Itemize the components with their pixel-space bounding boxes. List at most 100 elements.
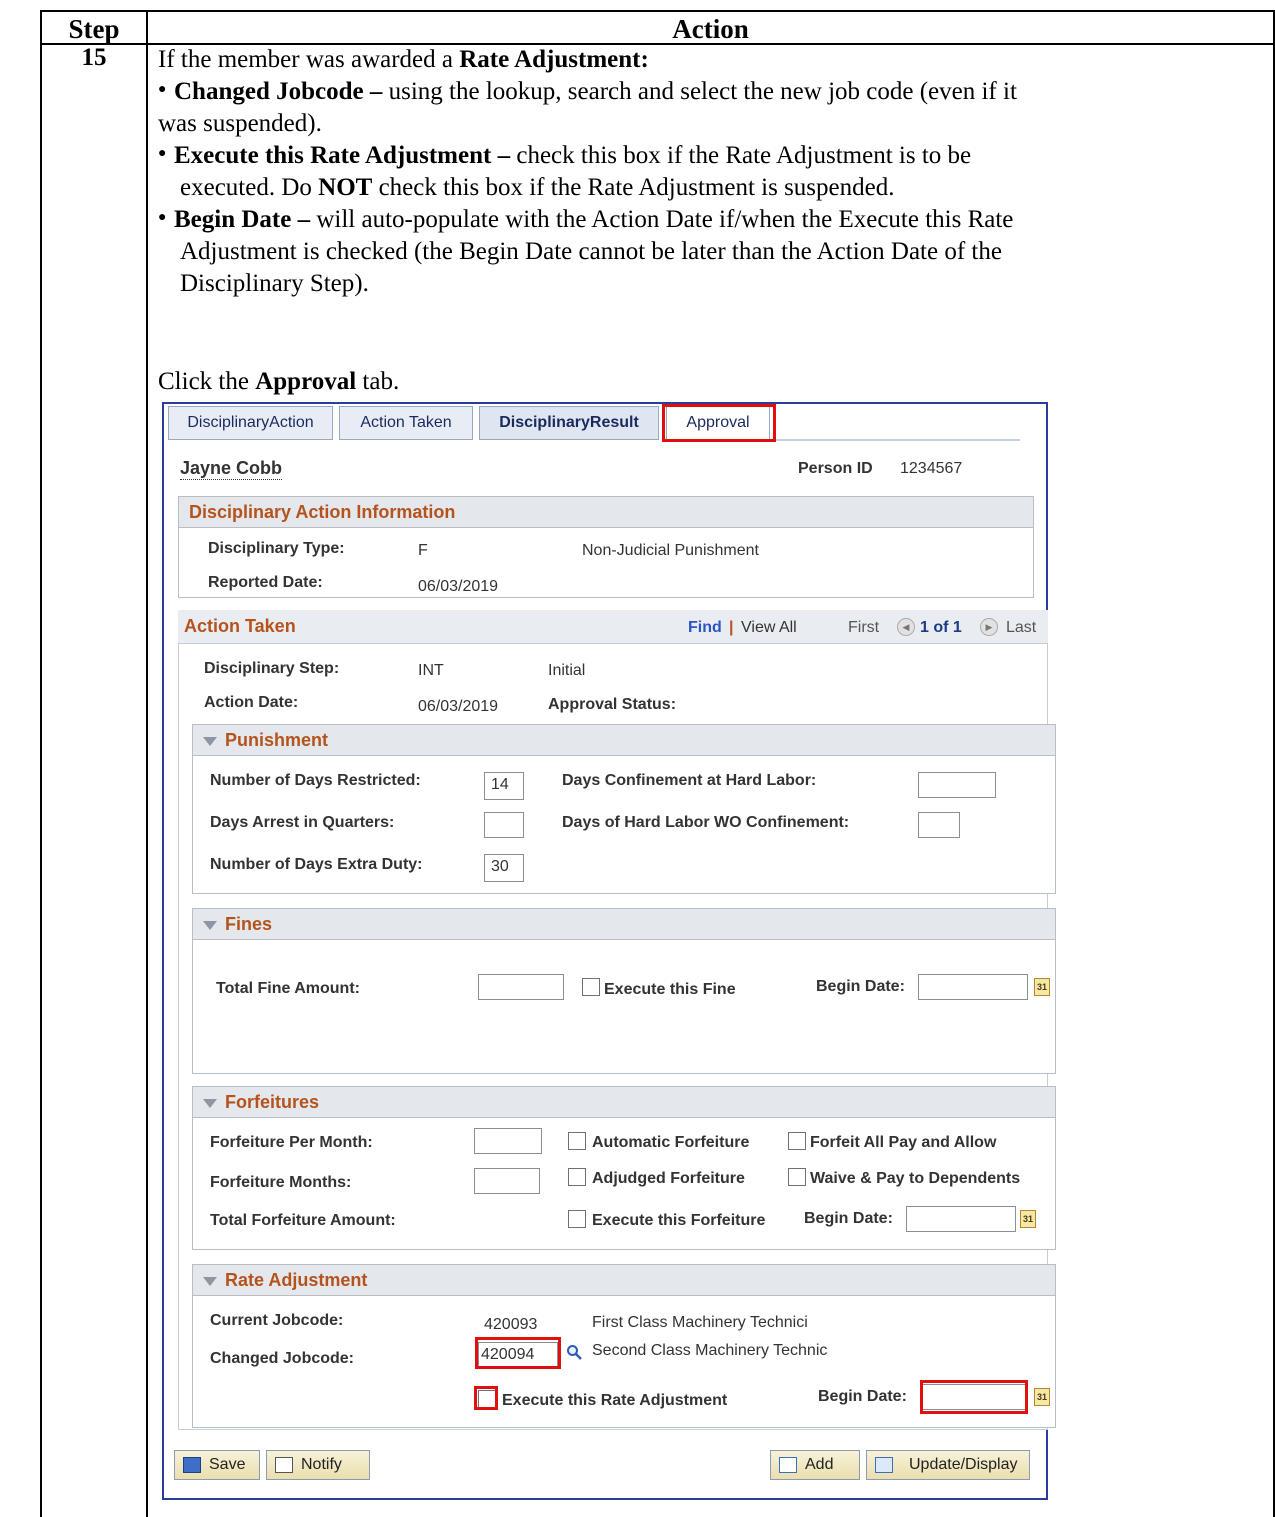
click-approval-instruction: Click the Approval tab. (158, 366, 399, 398)
days-hard-labor-input[interactable] (918, 772, 996, 798)
bullet-1-text: using the lookup, search and select the … (388, 78, 1017, 105)
current-jobcode-label: Current Jobcode: (210, 1312, 344, 1329)
forfeiture-per-month-input[interactable] (474, 1128, 542, 1154)
bullet-icon: ● (158, 82, 167, 97)
automatic-forfeiture-checkbox[interactable] (568, 1132, 586, 1150)
save-button[interactable]: Save (174, 1450, 260, 1480)
automatic-forfeiture-label: Automatic Forfeiture (592, 1134, 750, 1151)
punishment-header[interactable]: Punishment (192, 724, 1056, 756)
step-number: 15 (81, 44, 107, 71)
disciplinary-result-panel: DisciplinaryAction Action Taken Discipli… (162, 402, 1056, 1500)
last-link[interactable]: Last (1006, 619, 1036, 637)
bullet-3-text: will auto-populate with the Action Date … (316, 206, 1014, 233)
forfeiture-begin-date-label: Begin Date: (804, 1210, 893, 1227)
days-hard-labor-wo-label: Days of Hard Labor WO Confinement: (562, 814, 850, 831)
click-text-post: tab. (356, 368, 400, 395)
bullet-3-line-2: Adjustment is checked (the Begin Date ca… (180, 238, 1002, 265)
bullet-1-line-2: was suspended). (158, 110, 322, 137)
previous-arrow-icon[interactable]: ◀ (897, 618, 915, 636)
current-jobcode-desc: First Class Machinery Technici (592, 1314, 808, 1331)
tab-disciplinary-result[interactable]: DisciplinaryResult (479, 406, 659, 440)
header-action: Action (672, 14, 749, 44)
total-fine-label: Total Fine Amount: (216, 980, 360, 997)
find-separator: | (729, 619, 734, 636)
find-link[interactable]: Find (688, 619, 722, 637)
table-column-divider (146, 10, 148, 1517)
fines-title: Fines (225, 914, 273, 934)
disciplinary-type-label: Disciplinary Type: (208, 540, 345, 557)
execute-forfeiture-checkbox[interactable] (568, 1210, 586, 1228)
save-label: Save (209, 1456, 246, 1473)
calendar-icon[interactable]: 31 (1020, 1210, 1036, 1228)
view-all-link[interactable]: View All (741, 619, 797, 637)
tab-bar-underline (776, 439, 1020, 441)
total-fine-input[interactable] (478, 974, 564, 1000)
fine-begin-date-label: Begin Date: (816, 978, 905, 995)
fine-begin-date-input[interactable] (918, 974, 1028, 1000)
update-display-icon (875, 1457, 893, 1473)
bullet-1-bold: Changed Jobcode – (174, 78, 389, 105)
bullet-2-text-c: check this box if the Rate Adjustment is… (372, 174, 895, 201)
click-text: Click the (158, 368, 256, 395)
changed-jobcode-desc: Second Class Machinery Technic (592, 1342, 828, 1359)
forfeiture-months-input[interactable] (474, 1168, 540, 1194)
action-taken-header-bar (178, 610, 1048, 644)
next-arrow-icon[interactable]: ▶ (980, 618, 998, 636)
waive-pay-label: Waive & Pay to Dependents (810, 1170, 1021, 1187)
days-arrest-label: Days Arrest in Quarters: (210, 814, 395, 831)
reported-date-value: 06/03/2019 (418, 578, 499, 595)
calendar-icon[interactable]: 31 (1034, 1388, 1050, 1406)
adjudged-forfeiture-label: Adjudged Forfeiture (592, 1170, 745, 1187)
forfeit-all-pay-label: Forfeit All Pay and Allow (810, 1134, 997, 1151)
bullet-2-bold: Execute this Rate Adjustment – (174, 142, 517, 169)
collapse-triangle-icon (203, 1098, 217, 1108)
execute-fine-label: Execute this Fine (604, 981, 736, 998)
click-bold: Approval (255, 368, 357, 395)
current-jobcode-value: 420093 (484, 1316, 538, 1333)
forfeiture-months-label: Forfeiture Months: (210, 1174, 352, 1191)
punishment-title: Punishment (225, 730, 329, 750)
forfeit-all-pay-checkbox[interactable] (788, 1132, 806, 1150)
days-restricted-input[interactable]: 14 (484, 772, 524, 800)
notify-button[interactable]: Notify (266, 1450, 370, 1480)
days-arrest-input[interactable] (484, 812, 524, 838)
disciplinary-step-code: INT (418, 662, 444, 679)
bullet-changed-jobcode: Changed Jobcode – using the lookup, sear… (174, 76, 1017, 108)
waive-pay-checkbox[interactable] (788, 1168, 806, 1186)
intro-bold: Rate Adjustment: (459, 46, 649, 73)
forfeiture-begin-date-input[interactable] (906, 1206, 1016, 1232)
bullet-2-text: check this box if the Rate Adjustment is… (516, 142, 972, 169)
person-id-value: 1234567 (900, 460, 963, 477)
save-icon (183, 1457, 201, 1473)
adjudged-forfeiture-checkbox[interactable] (568, 1168, 586, 1186)
rate-adjustment-header[interactable]: Rate Adjustment (192, 1264, 1056, 1296)
forfeitures-title: Forfeitures (225, 1092, 320, 1112)
fines-header[interactable]: Fines (192, 908, 1056, 940)
forfeitures-header[interactable]: Forfeitures (192, 1086, 1056, 1118)
bullet-begin-date: Begin Date – will auto-populate with the… (174, 204, 1013, 236)
update-display-button[interactable]: Update/Display (866, 1450, 1030, 1480)
magnifier-icon[interactable] (566, 1344, 582, 1360)
tab-disciplinary-action[interactable]: DisciplinaryAction (168, 406, 333, 440)
add-button[interactable]: Add (770, 1450, 860, 1480)
disciplinary-step-label: Disciplinary Step: (204, 660, 340, 677)
collapse-triangle-icon (203, 1276, 217, 1286)
calendar-icon[interactable]: 31 (1034, 978, 1050, 996)
total-forfeiture-label: Total Forfeiture Amount: (210, 1212, 396, 1229)
intro-text: If the member was awarded a (158, 46, 460, 73)
days-extra-duty-input[interactable]: 30 (484, 854, 524, 882)
rate-adjustment-title: Rate Adjustment (225, 1270, 368, 1290)
execute-fine-checkbox[interactable] (582, 978, 600, 996)
execute-rate-checkbox-highlight (474, 1386, 498, 1410)
bullet-3-line-3: Disciplinary Step). (180, 270, 369, 297)
reported-date-label: Reported Date: (208, 574, 323, 591)
days-hard-labor-label: Days Confinement at Hard Labor: (562, 772, 817, 789)
table-left-border (40, 10, 42, 1517)
bullet-3-bold: Begin Date – (174, 206, 317, 233)
bullet-2-text-a: executed. Do (180, 174, 319, 201)
rate-begin-date-label: Begin Date: (818, 1388, 907, 1405)
days-hard-labor-wo-input[interactable] (918, 812, 960, 838)
magnifier-icon-svg (567, 1345, 582, 1360)
tab-action-taken[interactable]: Action Taken (339, 406, 473, 440)
first-link[interactable]: First (848, 619, 879, 637)
